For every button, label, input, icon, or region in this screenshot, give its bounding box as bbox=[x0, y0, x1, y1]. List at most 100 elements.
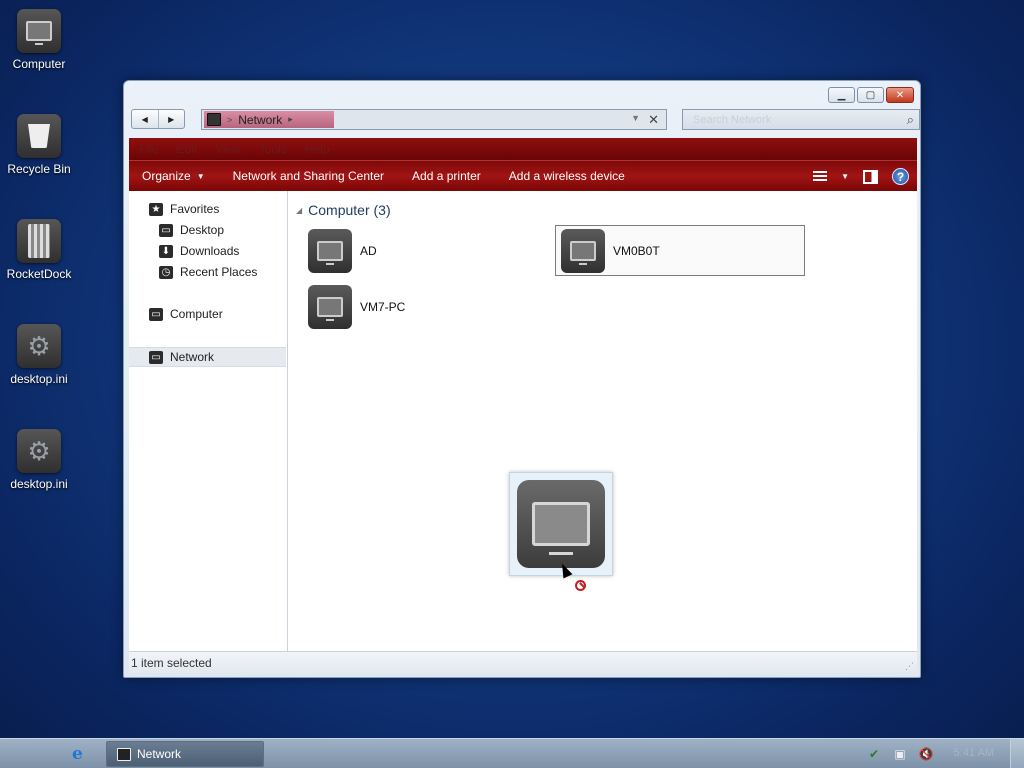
recycle-bin-icon bbox=[17, 114, 61, 158]
computer-icon: ▭ bbox=[149, 307, 163, 321]
network-status-icon[interactable]: ▣ bbox=[892, 746, 908, 762]
chevron-down-icon: ▼ bbox=[196, 171, 205, 181]
computer-item-vm7-pc[interactable]: VM7-PC bbox=[308, 284, 538, 330]
chevron-right-icon[interactable]: > bbox=[227, 115, 232, 125]
network-icon bbox=[117, 747, 131, 761]
group-header-label: Computer (3) bbox=[308, 202, 391, 218]
volume-muted-icon[interactable]: 🔇 bbox=[918, 746, 934, 762]
breadcrumb[interactable]: > Network ▸ bbox=[204, 111, 334, 128]
desktop-icon-desktop-ini[interactable]: ⚙ desktop.ini bbox=[0, 324, 78, 386]
nav-network-label: Network bbox=[170, 350, 215, 364]
maximize-button[interactable]: ▢ bbox=[857, 87, 884, 103]
status-text: 1 item selected bbox=[131, 656, 212, 670]
breadcrumb-network[interactable]: Network bbox=[238, 113, 282, 127]
taskbar-button-network[interactable]: Network bbox=[106, 741, 264, 767]
navigation-pane: ★ Favorites ▭ Desktop ⬇ Downloads ◷ Rece… bbox=[129, 191, 288, 651]
nav-recent-places[interactable]: ◷ Recent Places bbox=[159, 265, 257, 279]
show-desktop-button[interactable] bbox=[1010, 739, 1024, 768]
rocketdock-icon bbox=[17, 219, 61, 263]
desktop-icon-recycle-bin[interactable]: Recycle Bin bbox=[0, 114, 78, 176]
close-button[interactable]: ✕ bbox=[886, 87, 914, 103]
back-forward-buttons: ◀ ▶ bbox=[131, 109, 185, 129]
internet-explorer-icon[interactable]: e bbox=[72, 745, 90, 763]
group-header[interactable]: ◢ Computer (3) bbox=[296, 202, 391, 218]
resize-grip-icon[interactable]: ⋰ bbox=[905, 661, 914, 672]
add-wireless-device-button[interactable]: Add a wireless device bbox=[495, 169, 639, 183]
computer-item-vm0b0t[interactable]: VM0B0T bbox=[555, 225, 805, 276]
menu-help[interactable]: Help bbox=[305, 142, 330, 156]
computer-icon bbox=[308, 229, 352, 273]
desktop-icon-computer[interactable]: Computer bbox=[0, 9, 78, 71]
system-tray: ✔ ▣ 🔇 bbox=[866, 746, 934, 762]
menu-tools[interactable]: Tools bbox=[259, 142, 287, 156]
search-icon[interactable]: ⌕ bbox=[907, 112, 914, 128]
search-placeholder: Search Network bbox=[693, 113, 772, 126]
star-icon: ★ bbox=[149, 202, 163, 216]
computer-icon bbox=[308, 285, 352, 329]
computer-icon bbox=[517, 480, 605, 568]
clear-address-icon[interactable]: ✕ bbox=[648, 112, 659, 128]
minimize-button[interactable]: ▁ bbox=[828, 87, 855, 103]
computer-item-label: VM0B0T bbox=[613, 243, 660, 258]
nav-desktop[interactable]: ▭ Desktop bbox=[159, 223, 224, 237]
view-options-chevron-icon[interactable]: ▼ bbox=[841, 172, 849, 181]
menu-view[interactable]: View bbox=[215, 142, 241, 156]
caption-buttons: ▁ ▢ ✕ bbox=[828, 87, 914, 103]
desktop-icon-label: Computer bbox=[12, 57, 66, 71]
collapse-triangle-icon[interactable]: ◢ bbox=[296, 206, 302, 215]
taskbar-button-label: Network bbox=[137, 747, 182, 761]
address-dropdown-icon[interactable]: ▼ bbox=[631, 113, 640, 123]
computer-icon bbox=[17, 9, 61, 53]
network-sharing-label: Network and Sharing Center bbox=[232, 169, 385, 183]
clock[interactable]: 5:41 AM bbox=[954, 747, 994, 759]
add-printer-label: Add a printer bbox=[412, 169, 481, 183]
computer-item-ad[interactable]: AD bbox=[308, 228, 538, 274]
forward-button[interactable]: ▶ bbox=[159, 110, 185, 128]
organize-label: Organize bbox=[142, 169, 191, 183]
nav-favorites[interactable]: ★ Favorites bbox=[149, 202, 219, 216]
explorer-window: ▁ ▢ ✕ ◀ ▶ > Network ▸ ▼ ✕ Search Network… bbox=[123, 80, 921, 678]
computer-item-label: AD bbox=[360, 244, 377, 258]
computer-icon bbox=[561, 228, 605, 273]
back-button[interactable]: ◀ bbox=[132, 110, 159, 128]
computer-item-label: VM7-PC bbox=[360, 300, 406, 314]
desktop-icon-rocketdock[interactable]: RocketDock bbox=[0, 219, 78, 281]
desktop-icon-label: desktop.ini bbox=[10, 372, 68, 386]
nav-network[interactable]: ▭ Network bbox=[129, 347, 286, 367]
network-sharing-center-button[interactable]: Network and Sharing Center bbox=[219, 169, 398, 183]
desktop-icon: ▭ bbox=[159, 223, 173, 237]
menu-file[interactable]: File bbox=[139, 142, 158, 156]
help-icon[interactable]: ? bbox=[892, 168, 909, 185]
desktop-icon-desktop-ini-2[interactable]: ⚙ desktop.ini bbox=[0, 429, 78, 491]
action-center-icon[interactable]: ✔ bbox=[866, 746, 882, 762]
network-icon: ▭ bbox=[149, 350, 163, 364]
settings-file-icon: ⚙ bbox=[17, 429, 61, 473]
add-printer-button[interactable]: Add a printer bbox=[398, 169, 495, 183]
download-icon: ⬇ bbox=[159, 244, 173, 258]
nav-downloads[interactable]: ⬇ Downloads bbox=[159, 244, 239, 258]
content-pane: ◢ Computer (3) AD VM0B0T VM7-PC bbox=[288, 191, 917, 651]
nav-computer-label: Computer bbox=[170, 307, 223, 321]
preview-pane-icon[interactable] bbox=[863, 169, 878, 184]
no-drop-icon bbox=[575, 580, 586, 591]
search-input[interactable]: Search Network ⌕ bbox=[682, 109, 920, 130]
network-icon bbox=[207, 113, 221, 126]
chevron-right-icon[interactable]: ▸ bbox=[288, 114, 293, 125]
drag-preview bbox=[509, 472, 613, 576]
command-bar: Organize ▼ Network and Sharing Center Ad… bbox=[129, 160, 917, 191]
menu-edit[interactable]: Edit bbox=[176, 142, 197, 156]
recent-places-icon: ◷ bbox=[159, 265, 173, 279]
desktop-icon-label: desktop.ini bbox=[10, 477, 68, 491]
add-wireless-label: Add a wireless device bbox=[508, 169, 625, 183]
nav-computer[interactable]: ▭ Computer bbox=[149, 307, 223, 321]
status-bar: 1 item selected ⋰ bbox=[129, 651, 917, 674]
change-view-icon[interactable] bbox=[813, 170, 828, 183]
organize-button[interactable]: Organize ▼ bbox=[129, 169, 219, 183]
nav-recent-label: Recent Places bbox=[180, 265, 258, 279]
nav-favorites-label: Favorites bbox=[170, 202, 220, 216]
nav-downloads-label: Downloads bbox=[180, 244, 240, 258]
address-bar[interactable]: > Network ▸ ▼ ✕ bbox=[201, 109, 667, 130]
navigation-row: ◀ ▶ > Network ▸ ▼ ✕ Search Network ⌕ bbox=[131, 109, 920, 131]
settings-file-icon: ⚙ bbox=[17, 324, 61, 368]
nav-desktop-label: Desktop bbox=[180, 223, 225, 237]
